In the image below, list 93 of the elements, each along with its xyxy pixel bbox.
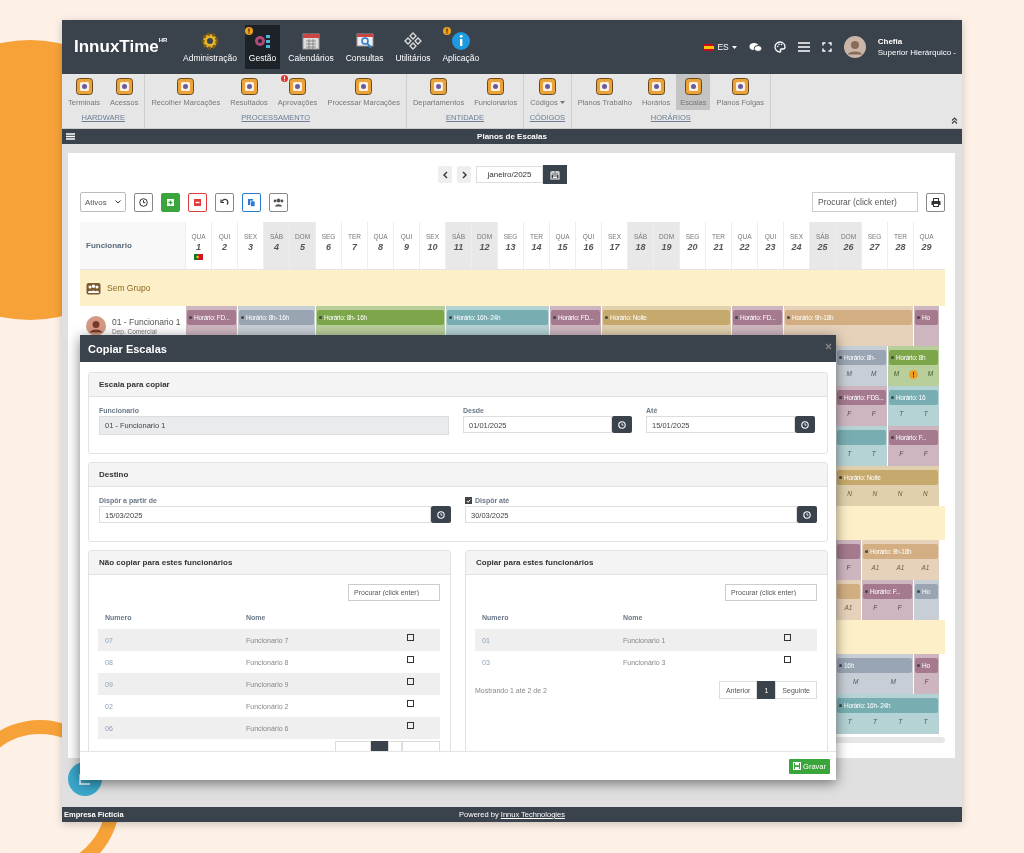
caret-icon — [559, 101, 565, 104]
menu-icon[interactable] — [797, 42, 810, 52]
printer-icon — [930, 197, 941, 207]
gear-icon — [199, 31, 220, 51]
checkbox[interactable] — [465, 497, 472, 504]
panel-title: Não copiar para estes funcionários — [89, 551, 450, 575]
info-icon — [450, 31, 471, 51]
caret-icon — [114, 200, 121, 204]
dialog-title: Copiar Escalas — [88, 342, 167, 355]
status-select[interactable]: Ativos — [80, 192, 126, 212]
panel-title: Copiar para estes funcionários — [466, 551, 827, 575]
checkbox[interactable] — [406, 721, 414, 729]
calendar-icon — [300, 31, 321, 51]
copy-icon — [246, 197, 256, 207]
app-tile-icon — [538, 78, 556, 95]
menu-icon[interactable] — [66, 133, 75, 140]
plus-icon — [165, 197, 175, 207]
palette-icon[interactable] — [773, 41, 786, 53]
month-field[interactable]: janeiro/2025 — [476, 166, 543, 183]
clock-button[interactable] — [133, 192, 153, 212]
diamonds-icon — [402, 31, 423, 51]
checkbox[interactable] — [406, 699, 414, 707]
app-tile-icon — [487, 78, 505, 95]
nav-item[interactable]: Aplicação — [438, 25, 484, 69]
checkbox[interactable] — [406, 655, 414, 663]
clock-icon — [138, 197, 148, 207]
magnifier-screen-icon — [354, 31, 375, 51]
checkbox[interactable] — [783, 655, 791, 663]
people-group-icon — [86, 281, 101, 295]
app-logo: InnuxTime$^{HR}$ — [74, 37, 169, 57]
double-chevron-up-icon[interactable] — [951, 117, 958, 124]
app-tile-icon — [355, 78, 373, 95]
employee-name[interactable]: 01 - Funcionario 1 — [112, 317, 181, 327]
alert-icon — [281, 75, 289, 82]
clock-icon — [801, 420, 809, 429]
fullscreen-icon[interactable] — [821, 42, 832, 52]
users-icon — [272, 197, 284, 207]
user-role: Superior Hierárquico - — [877, 48, 956, 57]
avatar[interactable] — [843, 36, 866, 58]
search-field[interactable]: Procurar (click enter) — [812, 192, 918, 212]
checkbox[interactable] — [406, 677, 414, 685]
group-name: Sem Grupo — [107, 283, 151, 293]
minus-icon — [192, 197, 202, 207]
remove-button[interactable] — [187, 192, 207, 212]
date-picker-button[interactable] — [795, 416, 815, 433]
app-tile-icon — [75, 78, 93, 95]
app-tile-icon — [731, 78, 749, 95]
previous-month-button[interactable] — [438, 166, 453, 183]
alert-icon — [442, 27, 451, 35]
users-button[interactable] — [268, 192, 288, 212]
app-tile-icon — [647, 78, 665, 95]
date-picker-button[interactable] — [431, 506, 451, 523]
nav-item[interactable]: Calendários — [284, 25, 338, 69]
app-tile-icon — [684, 78, 702, 95]
undo-button[interactable] — [214, 192, 234, 212]
next-month-button[interactable] — [457, 166, 472, 183]
print-button[interactable] — [926, 192, 945, 212]
nav-item[interactable]: Consultas — [341, 25, 388, 69]
caret-icon — [731, 45, 737, 49]
app-tile-icon — [289, 78, 307, 95]
clock-icon — [618, 420, 626, 429]
date-picker-button[interactable] — [612, 416, 632, 433]
undo-icon — [219, 197, 229, 207]
app-tile-icon — [596, 78, 614, 95]
avatar — [86, 316, 106, 336]
checkbox[interactable] — [406, 633, 414, 641]
nav-item[interactable]: Utilitários — [391, 25, 435, 69]
chevron-right-icon — [461, 170, 467, 179]
add-button[interactable] — [160, 192, 180, 212]
page-title: Planos de Escalas — [477, 132, 547, 141]
app-tile-icon — [240, 78, 258, 95]
chat-icon[interactable] — [748, 41, 762, 53]
flag-icon — [704, 43, 715, 51]
nav-item[interactable]: Administração — [179, 25, 241, 69]
close-icon[interactable] — [825, 343, 832, 350]
app-tile-icon — [115, 78, 133, 95]
user-name: Chefia — [877, 37, 904, 46]
calendar-button[interactable] — [542, 165, 567, 184]
panel-title: Destino — [89, 463, 827, 487]
panel-title: Escala para copiar — [89, 373, 827, 397]
alert-icon — [244, 27, 253, 35]
clock-icon — [437, 510, 445, 519]
clock-icon — [803, 510, 811, 519]
chevron-left-icon — [442, 170, 448, 179]
checkbox[interactable] — [783, 633, 791, 641]
copy-button[interactable] — [241, 192, 261, 212]
date-picker-button[interactable] — [797, 506, 817, 523]
nav-item[interactable]: Gestão — [244, 25, 281, 69]
app-tile-icon — [177, 78, 195, 95]
column-header: Funcionario — [80, 222, 185, 269]
language-selector[interactable]: ES — [704, 42, 737, 52]
app-tile-icon — [430, 78, 448, 95]
calendar-icon — [549, 169, 560, 180]
